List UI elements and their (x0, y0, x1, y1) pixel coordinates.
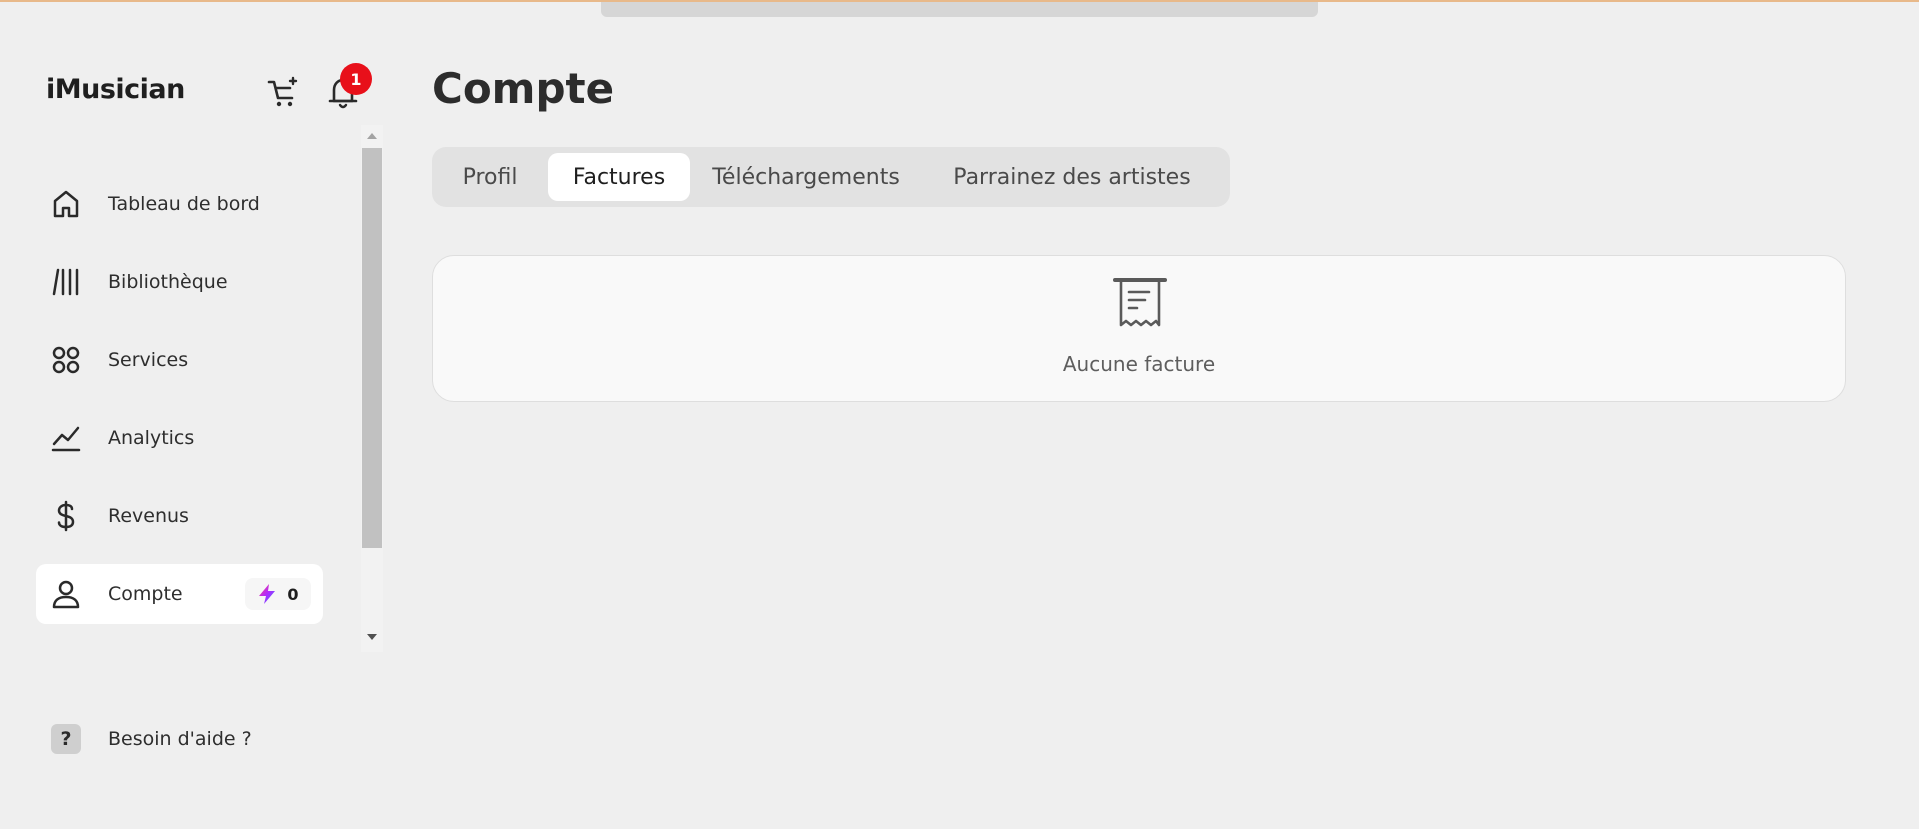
sidebar-item-services[interactable]: Services (36, 330, 323, 390)
help-label: Besoin d'aide ? (108, 728, 252, 750)
sidebar-item-label: Services (108, 349, 189, 371)
account-tabs: Profil Factures Téléchargements Parraine… (432, 147, 1230, 207)
tab-invoices[interactable]: Factures (548, 153, 690, 201)
tab-downloads[interactable]: Téléchargements (696, 153, 916, 201)
library-icon (52, 268, 79, 296)
services-icon (52, 346, 80, 374)
sidebar-item-label: Bibliothèque (108, 271, 228, 293)
empty-state-text: Aucune facture (1062, 352, 1216, 376)
invoices-card: Aucune facture (432, 255, 1846, 402)
home-icon (53, 190, 79, 218)
sidebar-item-label: Compte (108, 583, 183, 605)
scroll-up-arrow-icon[interactable] (362, 126, 382, 146)
sidebar-item-account[interactable]: Compte 0 (36, 564, 323, 624)
sidebar-item-label: Tableau de bord (108, 193, 260, 215)
help-link[interactable]: ? Besoin d'aide ? (36, 710, 324, 770)
sidebar-item-library[interactable]: Bibliothèque (36, 252, 323, 312)
credits-count: 0 (287, 584, 299, 604)
tab-profile[interactable]: Profil (438, 153, 542, 201)
brand-logo[interactable]: iMusician (46, 74, 185, 105)
tab-refer-artists[interactable]: Parrainez des artistes (922, 153, 1222, 201)
question-icon: ? (51, 724, 81, 754)
top-drag-handle[interactable] (601, 2, 1318, 17)
receipt-icon (1113, 278, 1167, 327)
dollar-icon (57, 500, 75, 532)
scroll-down-arrow-icon[interactable] (362, 627, 382, 647)
notification-badge: 1 (340, 63, 372, 95)
sidebar-scrollbar-thumb[interactable] (362, 148, 382, 548)
sidebar-item-label: Analytics (108, 427, 195, 449)
lightning-icon (259, 584, 276, 604)
sidebar-item-label: Revenus (108, 505, 189, 527)
sidebar-item-analytics[interactable]: Analytics (36, 408, 323, 468)
page-title: Compte (432, 64, 615, 113)
sidebar: iMusician 1 Tableau de bord Bibliothèque (0, 0, 390, 829)
user-icon (52, 580, 80, 609)
sidebar-item-revenue[interactable]: Revenus (36, 486, 323, 546)
analytics-icon (51, 426, 81, 452)
credits-badge[interactable]: 0 (245, 578, 311, 610)
sidebar-item-dashboard[interactable]: Tableau de bord (36, 174, 323, 234)
cart-icon[interactable] (265, 74, 301, 110)
